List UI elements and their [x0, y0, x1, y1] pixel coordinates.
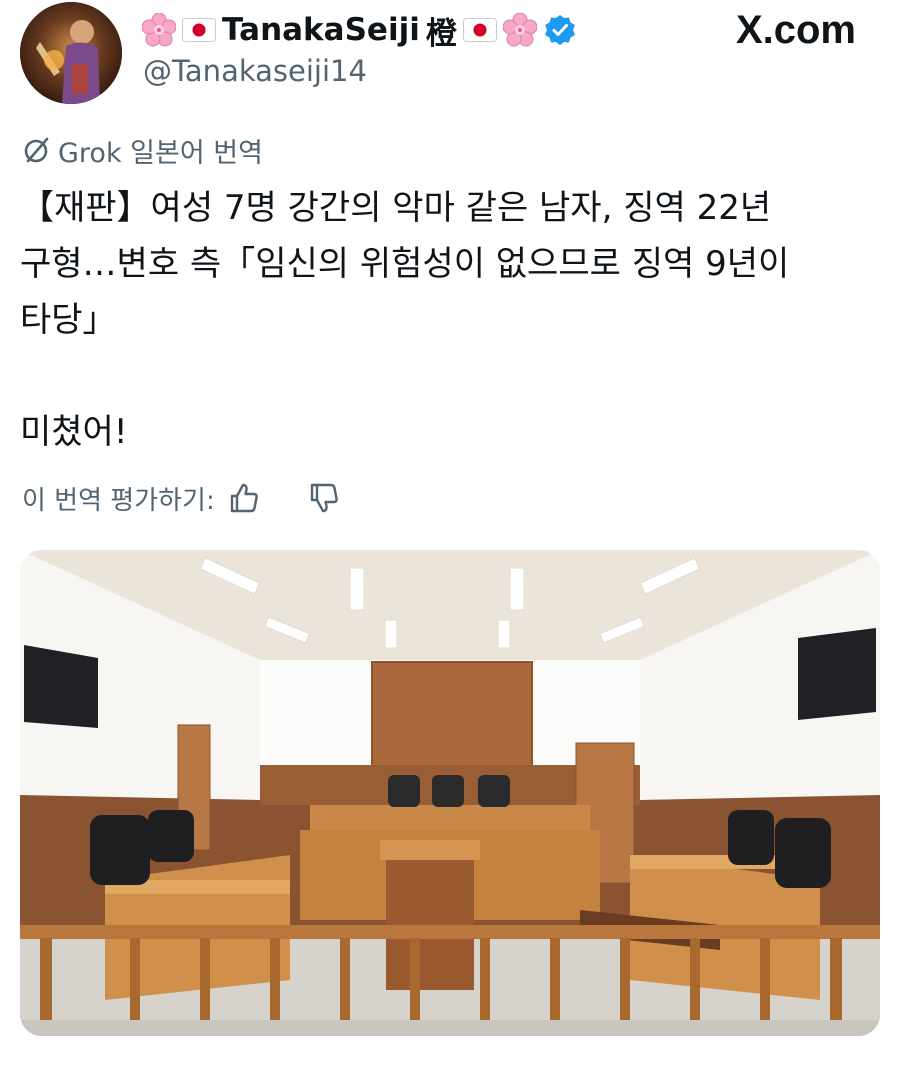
cherry-blossom-icon [142, 13, 176, 47]
avatar[interactable] [20, 2, 122, 104]
grok-translation-text: Grok 일본어 번역 [58, 137, 263, 169]
rate-translation-label: 이 번역 평가하기: [22, 485, 215, 516]
rate-translation-row: 이 번역 평가하기: [22, 478, 341, 518]
grok-translation-label: Grok 일본어 번역 [22, 132, 263, 169]
grok-icon [24, 137, 49, 163]
name-suffix-glyph: 橙 [425, 15, 457, 52]
japan-flag-icon [182, 18, 216, 42]
display-name-row[interactable]: TanakaSeiji 橙 [142, 8, 577, 52]
avatar-image [20, 2, 122, 104]
tweet-text: 【재판】여성 7명 강간의 악마 같은 남자, 징역 22년 구형…변호 측「임… [20, 188, 790, 452]
cherry-blossom-icon [502, 13, 537, 47]
thumbs-down-icon[interactable] [307, 481, 341, 515]
verified-badge-icon [544, 15, 575, 45]
japan-flag-icon [462, 18, 497, 42]
tweet-media-image[interactable] [20, 550, 880, 1036]
courtroom-illustration [20, 550, 880, 1036]
display-name: TanakaSeiji [222, 12, 420, 48]
user-handle[interactable]: @Tanakaseiji14 [143, 54, 367, 88]
brand-watermark: X.com [735, 8, 856, 52]
thumbs-up-icon[interactable] [227, 481, 261, 515]
